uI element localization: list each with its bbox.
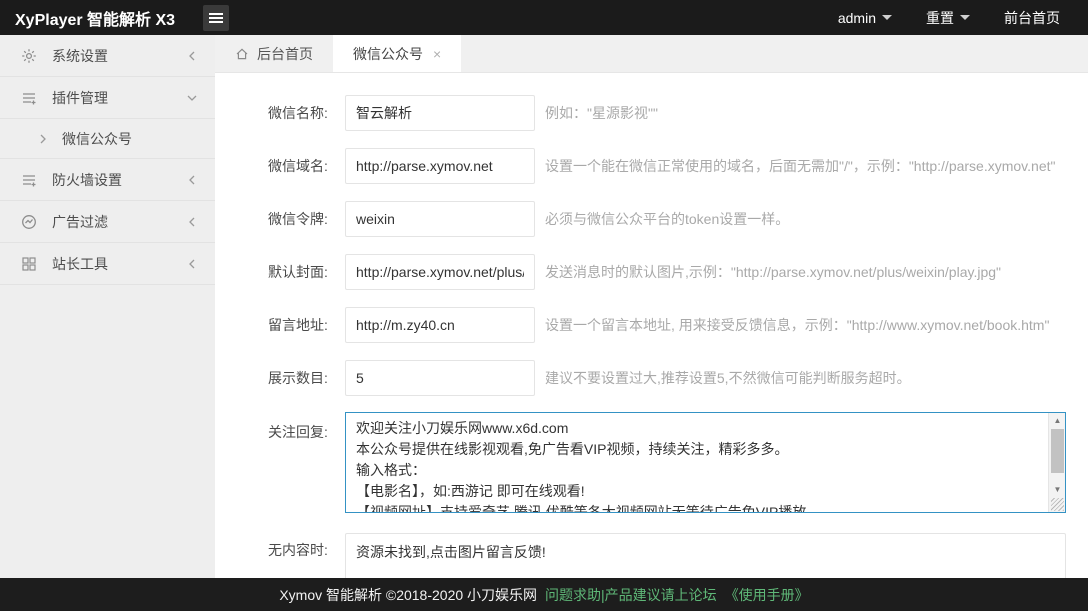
field-label-no-content: 无内容时: <box>268 540 328 560</box>
field-help-text: 必须与微信公众平台的token设置一样。 <box>545 209 1080 229</box>
default-cover-input[interactable] <box>345 254 535 290</box>
field-label-wechat-name: 微信名称: <box>268 103 344 123</box>
sidebar-toggle-button[interactable] <box>203 5 229 31</box>
scrollbar-thumb[interactable] <box>1051 429 1064 473</box>
admin-user-label: admin <box>838 10 876 26</box>
sidebar-item-plugin-manage[interactable]: 插件管理 <box>0 77 215 119</box>
reset-menu[interactable]: 重置 <box>926 8 970 28</box>
sidebar-subitem-wechat-official[interactable]: 微信公众号 <box>0 119 215 159</box>
resize-grip[interactable] <box>1051 498 1064 511</box>
field-help-text: 设置一个留言本地址, 用来接受反馈信息，示例："http://www.xymov… <box>545 315 1080 335</box>
firewall-list-icon <box>20 171 38 189</box>
chevron-left-icon <box>187 51 197 61</box>
form-row: 留言地址: 设置一个留言本地址, 用来接受反馈信息，示例："http://www… <box>215 307 1088 343</box>
ad-filter-icon <box>20 213 38 231</box>
sidebar-item-label: 站长工具 <box>52 254 187 274</box>
chevron-down-icon <box>187 93 197 103</box>
tab-label: 后台首页 <box>257 44 313 64</box>
home-icon <box>235 47 249 61</box>
tab-wechat-official[interactable]: 微信公众号 × <box>333 35 461 72</box>
chevron-down-icon <box>882 15 892 20</box>
form-row: 微信令牌: 必须与微信公众平台的token设置一样。 <box>215 201 1088 237</box>
sidebar-item-firewall-settings[interactable]: 防火墙设置 <box>0 159 215 201</box>
field-label-wechat-token: 微信令牌: <box>268 209 344 229</box>
field-help-text: 设置一个能在微信正常使用的域名，后面无需加"/"，示例："http://pars… <box>545 156 1080 176</box>
grid-icon <box>20 255 38 273</box>
sidebar-item-label: 防火墙设置 <box>52 170 187 190</box>
field-help-text: 建议不要设置过大,推荐设置5,不然微信可能判断服务超时。 <box>545 368 1080 388</box>
message-url-input[interactable] <box>345 307 535 343</box>
sidebar-subitem-label: 微信公众号 <box>62 129 132 149</box>
sidebar-item-label: 广告过滤 <box>52 212 187 232</box>
field-label-message-url: 留言地址: <box>268 315 344 335</box>
sidebar-item-webmaster-tools[interactable]: 站长工具 <box>0 243 215 285</box>
field-label-follow-reply: 关注回复: <box>268 422 344 442</box>
tab-bar: 后台首页 微信公众号 × <box>215 35 1088 73</box>
sidebar-item-label: 系统设置 <box>52 46 187 66</box>
wechat-settings-form: 微信名称: 例如："星源影视"" 微信域名: 设置一个能在微信正常使用的域名，后… <box>215 73 1088 578</box>
front-home-label: 前台首页 <box>1004 8 1060 28</box>
follow-reply-textarea[interactable]: 欢迎关注小刀娱乐网www.x6d.com 本公众号提供在线影视观看,免广告看VI… <box>346 413 1047 512</box>
reset-label: 重置 <box>926 8 954 28</box>
form-row: 微信域名: 设置一个能在微信正常使用的域名，后面无需加"/"，示例："http:… <box>215 148 1088 184</box>
form-row: 微信名称: 例如："星源影视"" <box>215 95 1088 131</box>
sidebar-item-system-settings[interactable]: 系统设置 <box>0 35 215 77</box>
topbar-right-menu: admin 重置 前台首页 <box>838 8 1088 28</box>
form-row: 默认封面: 发送消息时的默认图片,示例："http://parse.xymov.… <box>215 254 1088 290</box>
field-label-display-count: 展示数目: <box>268 368 344 388</box>
chevron-left-icon <box>187 175 197 185</box>
sidebar-item-label: 插件管理 <box>52 88 187 108</box>
brand-title: XyPlayer 智能解析 X3 <box>0 6 201 30</box>
app-window: XyPlayer 智能解析 X3 admin 重置 前台首页 系统设置 <box>0 0 1088 611</box>
admin-user-menu[interactable]: admin <box>838 10 892 26</box>
footer-bar: Xymov 智能解析 ©2018-2020 小刀娱乐网 问题求助|产品建议请上论… <box>0 578 1088 611</box>
field-label-wechat-domain: 微信域名: <box>268 156 344 176</box>
front-home-link[interactable]: 前台首页 <box>1004 8 1060 28</box>
field-label-default-cover: 默认封面: <box>268 262 344 282</box>
field-help-text: 例如："星源影视"" <box>545 103 1080 123</box>
follow-reply-textarea-wrap: 欢迎关注小刀娱乐网www.x6d.com 本公众号提供在线影视观看,免广告看VI… <box>345 412 1066 513</box>
tab-backend-home[interactable]: 后台首页 <box>215 35 333 72</box>
footer-manual-link[interactable]: 《使用手册》 <box>725 585 809 605</box>
scroll-down-icon[interactable]: ▼ <box>1049 482 1066 496</box>
no-content-input[interactable]: 资源未找到,点击图片留言反馈! <box>345 533 1066 578</box>
chevron-left-icon <box>187 259 197 269</box>
gear-icon <box>20 47 38 65</box>
wechat-name-input[interactable] <box>345 95 535 131</box>
close-icon[interactable]: × <box>433 46 441 62</box>
footer-copyright: Xymov 智能解析 ©2018-2020 小刀娱乐网 <box>279 585 537 605</box>
wechat-domain-input[interactable] <box>345 148 535 184</box>
scroll-up-icon[interactable]: ▲ <box>1049 413 1066 427</box>
sidebar-item-ad-filter[interactable]: 广告过滤 <box>0 201 215 243</box>
footer-forum-link[interactable]: 问题求助|产品建议请上论坛 <box>545 585 717 605</box>
display-count-input[interactable] <box>345 360 535 396</box>
hamburger-icon <box>209 11 223 25</box>
plugin-list-icon <box>20 89 38 107</box>
chevron-left-icon <box>187 217 197 227</box>
chevron-right-icon <box>38 134 48 144</box>
wechat-token-input[interactable] <box>345 201 535 237</box>
chevron-down-icon <box>960 15 970 20</box>
tab-label: 微信公众号 <box>353 44 423 64</box>
sidebar: 系统设置 插件管理 微信公众号 防火墙设置 <box>0 35 215 578</box>
field-help-text: 发送消息时的默认图片,示例："http://parse.xymov.net/pl… <box>545 262 1080 282</box>
top-bar: XyPlayer 智能解析 X3 admin 重置 前台首页 <box>0 0 1088 35</box>
form-row: 展示数目: 建议不要设置过大,推荐设置5,不然微信可能判断服务超时。 <box>215 360 1088 396</box>
